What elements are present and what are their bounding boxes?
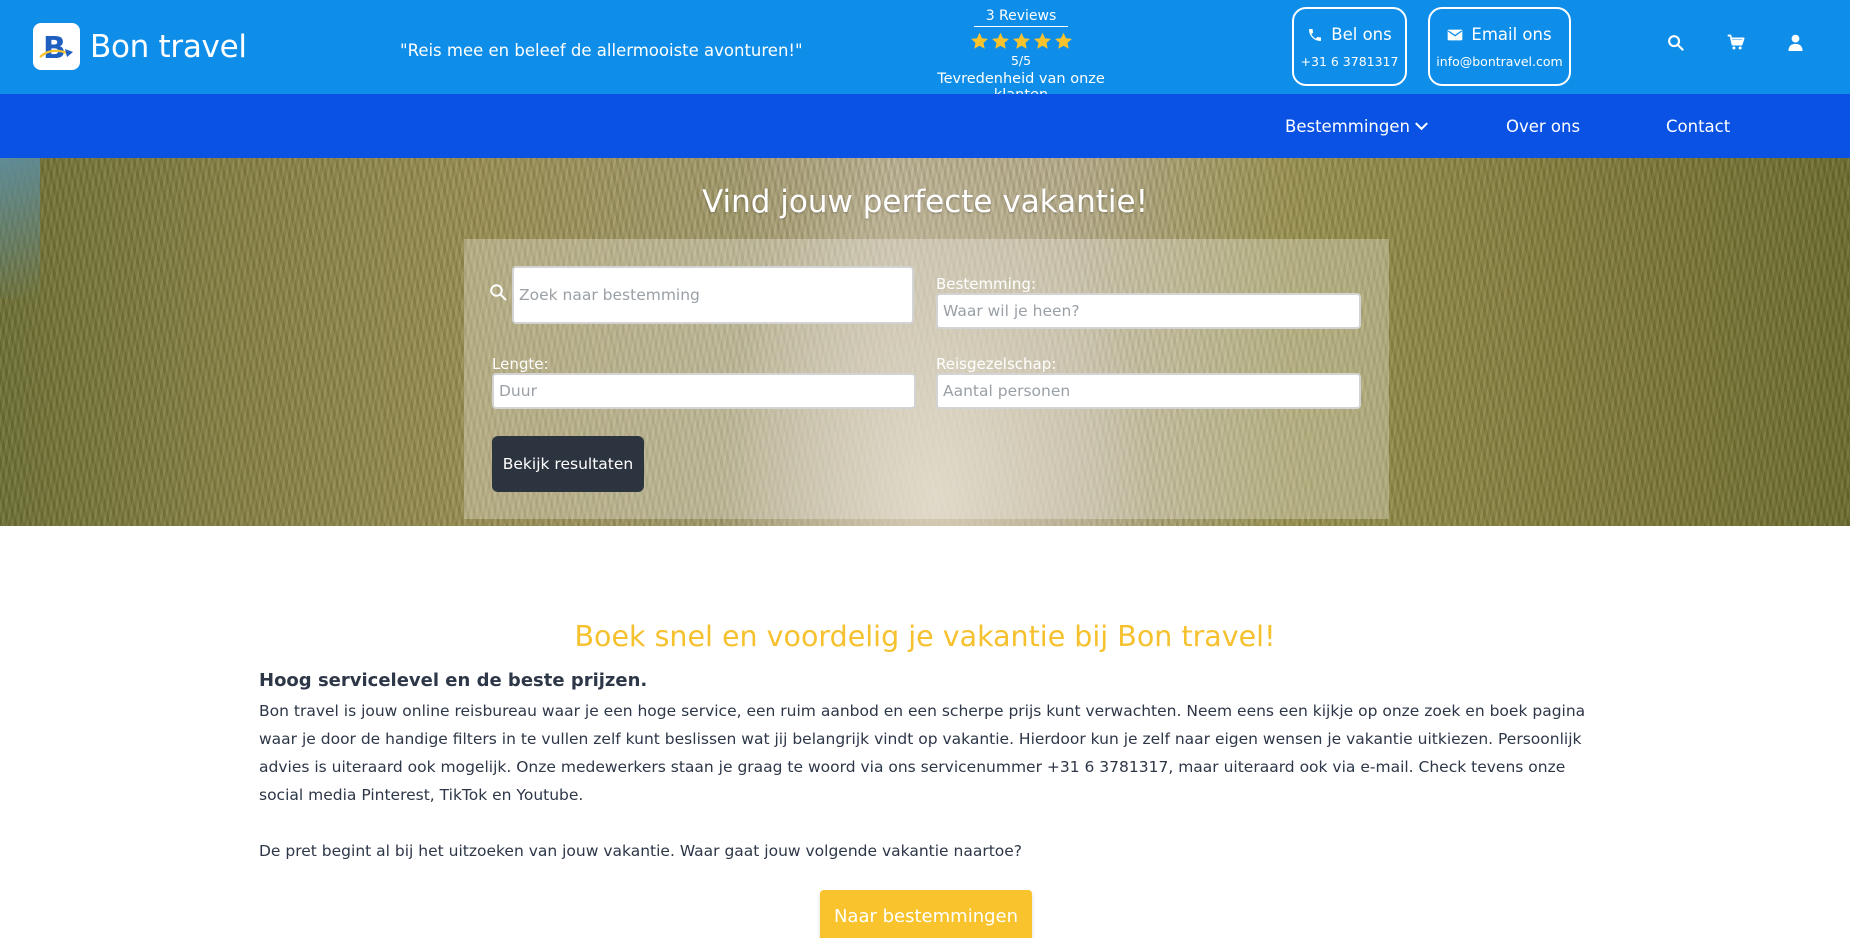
section-title: Boek snel en voordelig je vakantie bij B… [574,620,1276,653]
top-header: B Bon travel "Reis mee en beleef de alle… [0,0,1850,103]
intro-paragraph: Bon travel is jouw online reisbureau waa… [259,702,1586,804]
destination-field[interactable] [936,293,1361,329]
company-label: Reisgezelschap: [936,355,1057,373]
view-results-button[interactable]: Bekijk resultaten [492,436,644,492]
intro-subtitle: Hoog servicelevel en de beste prijzen. [259,670,648,691]
chevron-down-icon [1415,122,1428,131]
review-score: 5/5 [1010,53,1032,68]
to-destinations-button[interactable]: Naar bestemmingen [820,890,1032,938]
nav-item-label: Contact [1666,117,1731,136]
destination-label: Bestemming: [936,275,1036,293]
nav-item-label: Bestemmingen [1285,117,1410,136]
star-rating [910,30,1132,52]
star-icon [991,32,1009,49]
star-icon [1054,32,1072,49]
email-address: info@bontravel.com [1436,54,1563,69]
nav-item-contact[interactable]: Contact [1666,117,1730,136]
star-icon [1012,32,1030,49]
company-field[interactable] [936,373,1361,409]
cta-label: Naar bestemmingen [833,905,1019,927]
call-label: Bel ons [1331,25,1392,44]
envelope-icon [1448,29,1463,40]
intro-content: Hoog servicelevel en de beste prijzen. B… [259,670,1591,865]
main-navigation: Bestemmingen Over ons Contact [0,94,1850,158]
search-icon [490,284,507,301]
phone-icon [1309,28,1322,41]
call-us-button[interactable]: Bel ons +31 6 3781317 [1292,7,1407,86]
brand-name: Bon travel [90,28,247,65]
brand-logo[interactable]: B Bon travel [33,23,247,70]
nav-item-label: Over ons [1506,117,1581,136]
hero-title: Vind jouw perfecte vakantie! [701,184,1149,220]
search-form: Bestemming: Lengte: Reisgezelschap: Beki… [464,239,1389,519]
reviews-link[interactable]: 3 Reviews [973,8,1069,27]
cart-icon[interactable] [1724,30,1748,54]
hero-banner: Vind jouw perfecte vakantie! Bestemming:… [0,158,1850,526]
reviews-widget: 3 Reviews 5/5 Tevredenheid van onze klan… [910,5,1132,103]
slogan: "Reis mee en beleef de allermooiste avon… [400,41,803,60]
destination-search-input[interactable] [512,266,914,324]
nav-item-bestemmingen[interactable]: Bestemmingen [1285,117,1428,136]
search-icon[interactable] [1663,30,1687,54]
svg-text:B: B [43,31,66,66]
nav-item-over-ons[interactable]: Over ons [1506,117,1580,136]
length-label: Lengte: [492,355,549,373]
user-icon[interactable] [1783,30,1807,54]
phone-number: +31 6 3781317 [1300,54,1399,69]
star-icon [970,32,988,49]
email-label: Email ons [1471,25,1552,44]
email-us-button[interactable]: Email ons info@bontravel.com [1428,7,1571,86]
intro-paragraph-closing: De pret begint al bij het uitzoeken van … [259,842,1023,860]
hero-background-detail [0,158,40,298]
logo-mark-icon: B [33,23,80,70]
length-field[interactable] [492,373,916,409]
star-icon [1033,32,1051,49]
